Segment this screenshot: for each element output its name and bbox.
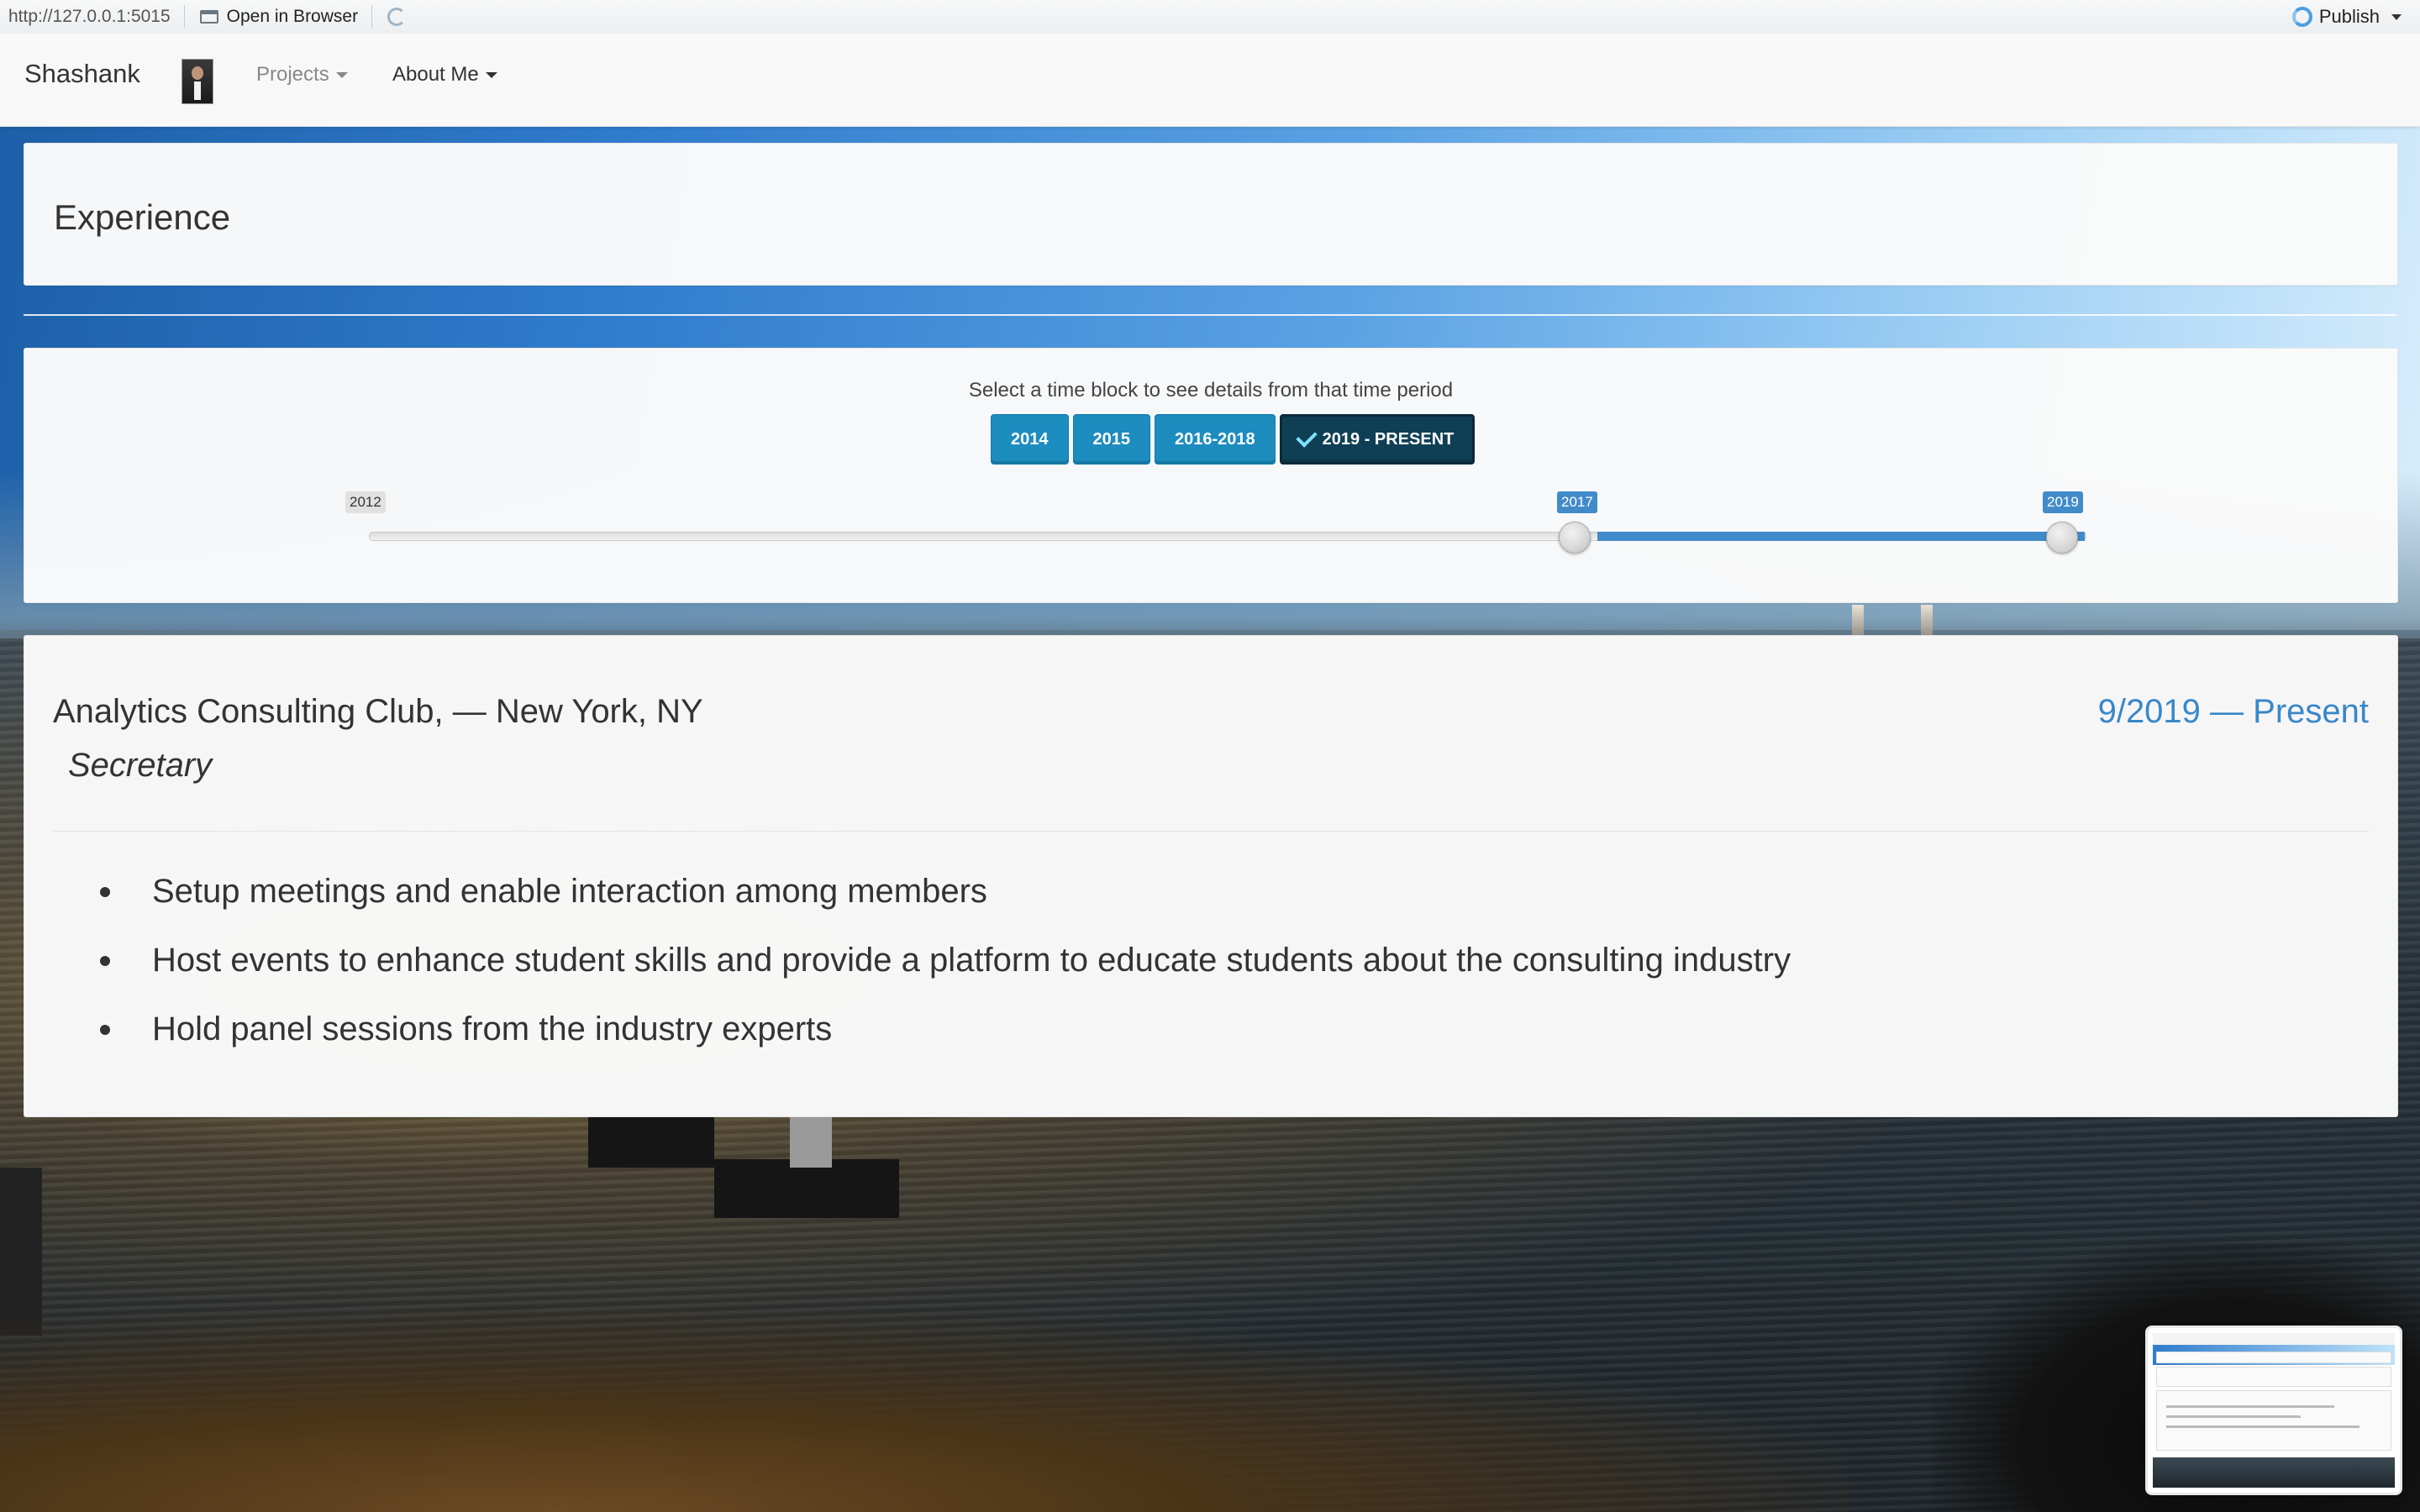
nav-about-me-dropdown[interactable]: About Me xyxy=(392,63,497,87)
browser-window-icon xyxy=(199,10,218,24)
slider-min-label: 2012 xyxy=(345,491,386,513)
date-range: 9/2019 — Present xyxy=(2097,693,2369,730)
year-range-slider-selection xyxy=(1597,532,2085,541)
time-block-button-2014[interactable]: 2014 xyxy=(991,414,1069,465)
pier xyxy=(790,1117,832,1168)
nav-projects-dropdown[interactable]: Projects xyxy=(256,63,348,87)
checkmark-icon xyxy=(1295,426,1318,448)
shore xyxy=(0,1310,1849,1512)
slider-to-label: 2019 xyxy=(2043,491,2083,513)
time-block-button-2015[interactable]: 2015 xyxy=(1072,414,1150,465)
publish-label: Publish xyxy=(2318,6,2380,27)
page-thumbnail-preview[interactable] xyxy=(2145,1326,2402,1495)
time-block-button-label: 2019 - PRESENT xyxy=(1322,429,1455,449)
responsibilities-list: Setup meetings and enable interaction am… xyxy=(100,873,1791,1079)
divider xyxy=(53,831,2369,832)
toolbar-separator xyxy=(183,5,185,29)
chevron-down-icon xyxy=(2391,13,2402,20)
publish-icon xyxy=(2291,7,2312,27)
nav-projects-label: Projects xyxy=(256,63,329,86)
organization-title: Analytics Consulting Club, — New York, N… xyxy=(53,693,703,730)
viewer-url[interactable]: http://127.0.0.1:5015 xyxy=(8,7,171,27)
nav-about-me-label: About Me xyxy=(392,63,479,86)
time-block-button-2016-2018[interactable]: 2016-2018 xyxy=(1155,414,1276,465)
caret-down-icon xyxy=(485,71,497,78)
time-selector-prompt: Select a time block to see details from … xyxy=(968,379,1454,402)
pier xyxy=(588,1117,714,1168)
avatar xyxy=(182,59,213,104)
pier xyxy=(714,1159,899,1218)
open-in-browser-button[interactable]: Open in Browser xyxy=(199,7,359,27)
publish-button[interactable]: Publish xyxy=(2291,0,2402,34)
slider-to-handle[interactable] xyxy=(2046,522,2078,554)
slider-from-label: 2017 xyxy=(1557,491,1597,513)
refresh-icon[interactable] xyxy=(387,8,407,26)
toolbar-separator xyxy=(371,5,373,29)
list-item: Hold panel sessions from the industry ex… xyxy=(100,1011,1791,1079)
caret-down-icon xyxy=(335,71,348,78)
experience-header-panel: Experience xyxy=(24,143,2398,286)
list-item: Setup meetings and enable interaction am… xyxy=(100,873,1791,942)
time-block-buttons: 2014 2015 2016-2018 2019 - PRESENT xyxy=(991,414,1476,465)
list-item: Host events to enhance student skills an… xyxy=(100,942,1791,1011)
time-block-button-2019-present[interactable]: 2019 - PRESENT xyxy=(1279,414,1476,465)
navbar-brand[interactable]: Shashank xyxy=(24,59,140,89)
slider-from-handle[interactable] xyxy=(1559,522,1591,554)
experience-detail-panel: Analytics Consulting Club, — New York, N… xyxy=(24,635,2398,1117)
divider xyxy=(24,314,2396,316)
navbar: Shashank Projects About Me xyxy=(0,34,2420,127)
viewer-toolbar: http://127.0.0.1:5015 Open in Browser Pu… xyxy=(0,0,2420,34)
bridge-tower xyxy=(1852,605,1864,638)
role-title: Secretary xyxy=(68,747,213,784)
bridge-tower xyxy=(1921,605,1933,638)
page-title: Experience xyxy=(54,197,231,237)
time-selector-panel: Select a time block to see details from … xyxy=(24,348,2398,603)
open-in-browser-label: Open in Browser xyxy=(226,7,359,26)
